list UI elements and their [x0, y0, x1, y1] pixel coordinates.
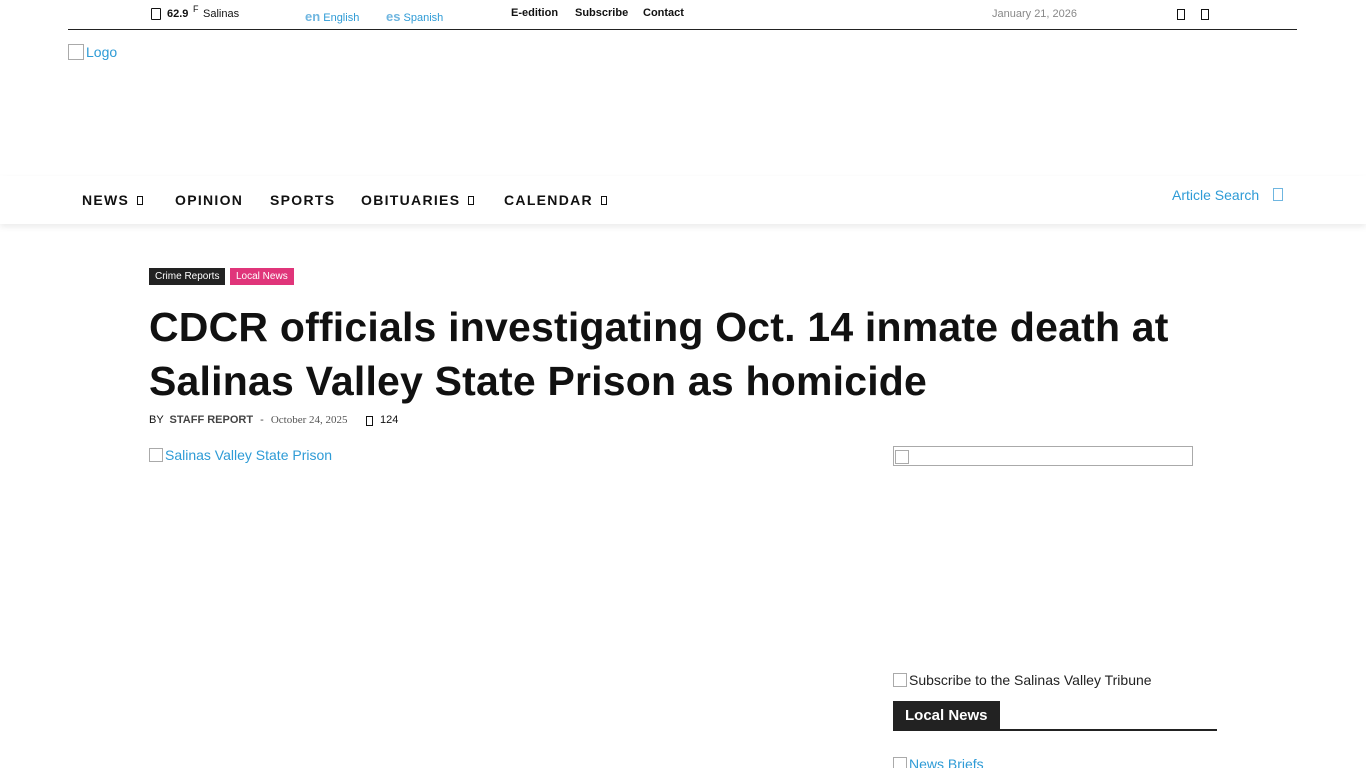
article-featured-image[interactable]: Salinas Valley State Prison: [149, 447, 332, 463]
local-news-item[interactable]: News Briefs: [893, 756, 984, 768]
nav-sports[interactable]: SPORTS: [270, 192, 335, 208]
weather-city: Salinas: [203, 8, 240, 20]
language-spanish-link[interactable]: es Spanish: [386, 9, 443, 24]
nav-news[interactable]: NEWS: [82, 192, 144, 208]
article-search-link[interactable]: Article Search: [1172, 187, 1259, 203]
search-icon[interactable]: [1273, 188, 1283, 201]
broken-image-icon: [893, 673, 907, 687]
spanish-flag-icon: es: [386, 9, 401, 24]
temperature-unit: F: [193, 4, 199, 14]
byline-by: BY: [149, 414, 164, 426]
byline-separator: -: [260, 414, 264, 426]
weather-icon: [151, 8, 161, 20]
view-count: 124: [380, 414, 399, 426]
category-tag-local-news[interactable]: Local News: [230, 268, 294, 285]
byline: BY STAFF REPORT - October 24, 2025: [149, 414, 348, 426]
spanish-label: Spanish: [403, 12, 444, 24]
subscribe-link[interactable]: Subscribe: [575, 7, 628, 19]
current-date: January 21, 2026: [992, 8, 1078, 20]
subscribe-banner-alt: Subscribe to the Salinas Valley Tribune: [909, 672, 1152, 688]
e-edition-link[interactable]: E-edition: [511, 7, 558, 19]
sidebar-ad[interactable]: [893, 446, 1193, 466]
chevron-down-icon: [137, 196, 144, 205]
logo-alt-text: Logo: [86, 44, 118, 60]
english-flag-icon: en: [305, 9, 321, 24]
chevron-down-icon: [468, 196, 475, 205]
contact-link[interactable]: Contact: [643, 7, 684, 19]
article-date: October 24, 2025: [270, 414, 348, 426]
local-news-section-header: Local News: [893, 701, 1217, 731]
news-briefs-alt: News Briefs: [909, 756, 984, 768]
featured-image-alt: Salinas Valley State Prison: [165, 447, 333, 463]
broken-image-icon: [893, 757, 907, 768]
nav-calendar-label: CALENDAR: [504, 192, 593, 208]
english-label: English: [323, 12, 360, 24]
facebook-icon[interactable]: [1177, 9, 1185, 20]
broken-image-icon: [149, 448, 163, 462]
broken-image-icon: [895, 450, 909, 464]
site-logo[interactable]: Logo: [68, 44, 117, 60]
category-tag-crime-reports[interactable]: Crime Reports: [149, 268, 226, 285]
nav-obituaries[interactable]: OBITUARIES: [361, 192, 475, 208]
nav-obituaries-label: OBITUARIES: [361, 192, 461, 208]
subscribe-banner[interactable]: Subscribe to the Salinas Valley Tribune: [893, 672, 1152, 688]
main-nav: NEWS OPINION SPORTS OBITUARIES CALENDAR …: [0, 176, 1366, 224]
nav-calendar[interactable]: CALENDAR: [504, 192, 607, 208]
chevron-down-icon: [600, 196, 607, 205]
eye-icon: [366, 416, 373, 426]
instagram-icon[interactable]: [1201, 9, 1209, 20]
author-link[interactable]: STAFF REPORT: [170, 414, 254, 426]
article-title: CDCR officials investigating Oct. 14 inm…: [149, 304, 1169, 404]
nav-news-label: NEWS: [82, 192, 130, 208]
broken-image-icon: [68, 44, 84, 60]
temperature: 62.9: [167, 8, 189, 20]
local-news-title: Local News: [893, 701, 1000, 731]
nav-sports-label: SPORTS: [270, 192, 336, 208]
language-english-link[interactable]: en English: [305, 9, 359, 24]
top-bar: 62.9 F Salinas en English es Spanish E-e…: [68, 0, 1297, 30]
nav-opinion[interactable]: OPINION: [175, 192, 243, 208]
nav-opinion-label: OPINION: [175, 192, 244, 208]
